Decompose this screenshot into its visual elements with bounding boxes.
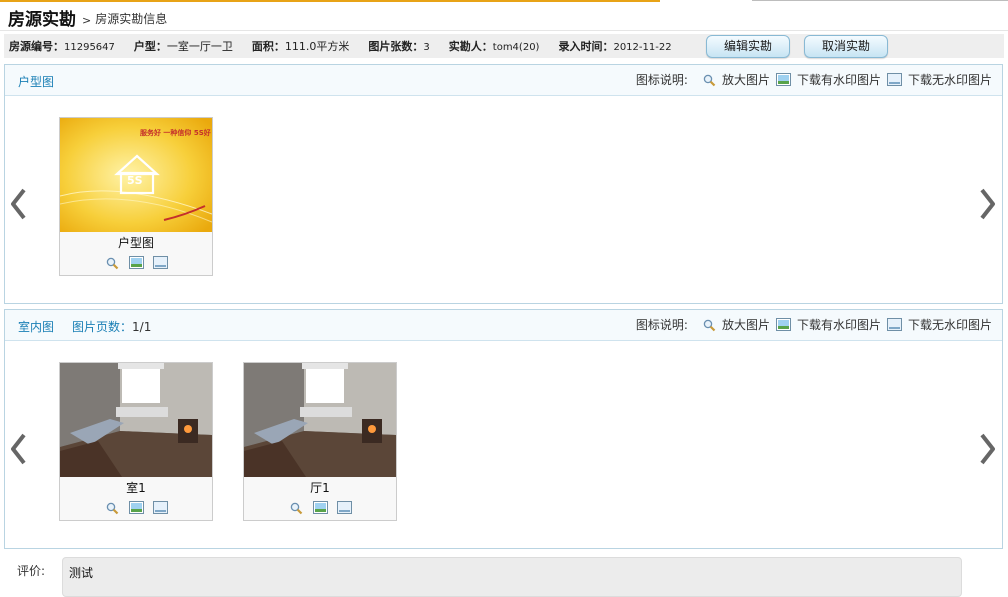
legend-download-no-watermark: 下载无水印图片	[886, 316, 992, 333]
chevron-left-icon	[11, 188, 26, 220]
interior-prev-arrow[interactable]	[8, 429, 28, 469]
magnifier-icon	[703, 319, 716, 331]
icon-legend: 图标说明: 放大图片 下载有水印图片 下载无水印图片	[636, 316, 992, 333]
edit-survey-button[interactable]: 编辑实勘	[706, 35, 790, 58]
picture-icon	[128, 501, 144, 514]
evaluation-label: 评价:	[17, 564, 46, 578]
floorplan-thumbnail[interactable]: 服务好 一种信仰 5S好 一种习惯 5S	[60, 118, 212, 232]
top-strip	[0, 0, 1008, 3]
house-id: 房源编号：11295647	[9, 40, 115, 53]
picture-icon	[128, 256, 144, 269]
room-image	[244, 363, 396, 477]
banner-text: 服务好 一种信仰 5S好 一种习惯	[140, 129, 212, 137]
floorplan-prev-arrow[interactable]	[8, 184, 28, 224]
blank-page-icon	[152, 256, 168, 269]
chevron-right-icon	[980, 188, 995, 220]
interior-card: 厅1	[243, 362, 397, 521]
floorplan-card: 服务好 一种信仰 5S好 一种习惯 5S 户型图	[59, 117, 213, 276]
picture-count: 图片张数：3	[368, 40, 430, 53]
picture-icon	[775, 317, 791, 331]
blank-page-icon	[336, 501, 352, 514]
legend-download-no-watermark: 下载无水印图片	[886, 71, 992, 88]
house-layout: 户型：一室一厅一卫	[133, 40, 233, 53]
magnifier-icon	[290, 502, 302, 515]
icon-legend: 图标说明: 放大图片 下载有水印图片 下载无水印图片	[636, 71, 992, 88]
card-caption: 户型图	[117, 236, 154, 250]
floorplan-next-arrow[interactable]	[978, 184, 998, 224]
zoom-button[interactable]	[105, 256, 120, 271]
download-no-watermark-button[interactable]	[336, 501, 352, 516]
magnifier-icon	[703, 74, 716, 86]
download-no-watermark-button[interactable]	[152, 256, 168, 271]
blank-page-icon	[152, 501, 168, 514]
top-strip-line	[752, 0, 1008, 1]
download-no-watermark-button[interactable]	[152, 501, 168, 516]
card-actions	[244, 501, 396, 516]
header-divider	[0, 30, 1008, 31]
room-image	[60, 363, 212, 477]
interior-next-arrow[interactable]	[978, 429, 998, 469]
breadcrumb-current: 房源实勘信息	[95, 12, 168, 26]
card-caption: 室1	[126, 481, 146, 495]
evaluation-field[interactable]: 测试	[62, 557, 962, 597]
legend-download-watermark: 下载有水印图片	[775, 316, 881, 333]
blank-page-icon	[886, 72, 902, 86]
floorplan-panel: 户型图 图标说明: 放大图片 下载有水印图片 下载无水印图片 服务好 一种信仰 …	[4, 64, 1003, 304]
picture-icon	[775, 72, 791, 86]
zoom-button[interactable]	[289, 501, 304, 516]
chevron-left-icon	[11, 433, 26, 465]
breadcrumb-separator: >	[82, 14, 92, 27]
page-indicator: 图片页数：1/1	[72, 320, 152, 334]
legend-title: 图标说明:	[635, 318, 688, 332]
interior-panel: 室内图 图片页数：1/1 图标说明: 放大图片 下载有水印图片 下载无水印图片	[4, 309, 1003, 549]
top-strip-accent	[0, 0, 660, 2]
legend-title: 图标说明:	[635, 73, 688, 87]
surveyor: 实勘人：tom4(20)	[448, 40, 540, 53]
page-title: 房源实勘	[8, 10, 76, 30]
legend-download-watermark: 下载有水印图片	[775, 71, 881, 88]
card-actions	[60, 501, 212, 516]
entry-time: 录入时间：2012-11-22	[558, 40, 672, 53]
picture-icon	[312, 501, 328, 514]
download-watermark-button[interactable]	[312, 501, 328, 516]
interior-panel-header: 室内图 图片页数：1/1 图标说明: 放大图片 下载有水印图片 下载无水印图片	[5, 310, 1002, 341]
cancel-survey-button[interactable]: 取消实勘	[804, 35, 888, 58]
logo-text: 5S	[127, 174, 143, 187]
floorplan-section-label: 户型图	[18, 75, 55, 89]
chevron-right-icon	[980, 433, 995, 465]
legend-zoom: 放大图片	[702, 71, 770, 88]
interior-card: 室1	[59, 362, 213, 521]
legend-zoom: 放大图片	[702, 316, 770, 333]
house-area: 面积：111.0平方米	[251, 40, 350, 53]
download-watermark-button[interactable]	[128, 501, 144, 516]
download-watermark-button[interactable]	[128, 256, 144, 271]
interior-section-label: 室内图	[18, 320, 55, 334]
card-caption: 厅1	[310, 481, 330, 495]
page-header: 房源实勘 > 房源实勘信息	[8, 4, 167, 30]
card-actions	[60, 256, 212, 271]
blank-page-icon	[886, 317, 902, 331]
magnifier-icon	[106, 257, 118, 270]
room-thumbnail[interactable]	[244, 363, 396, 477]
magnifier-icon	[106, 502, 118, 515]
room-thumbnail[interactable]	[60, 363, 212, 477]
zoom-button[interactable]	[105, 501, 120, 516]
floorplan-panel-header: 户型图 图标说明: 放大图片 下载有水印图片 下载无水印图片	[5, 65, 1002, 96]
